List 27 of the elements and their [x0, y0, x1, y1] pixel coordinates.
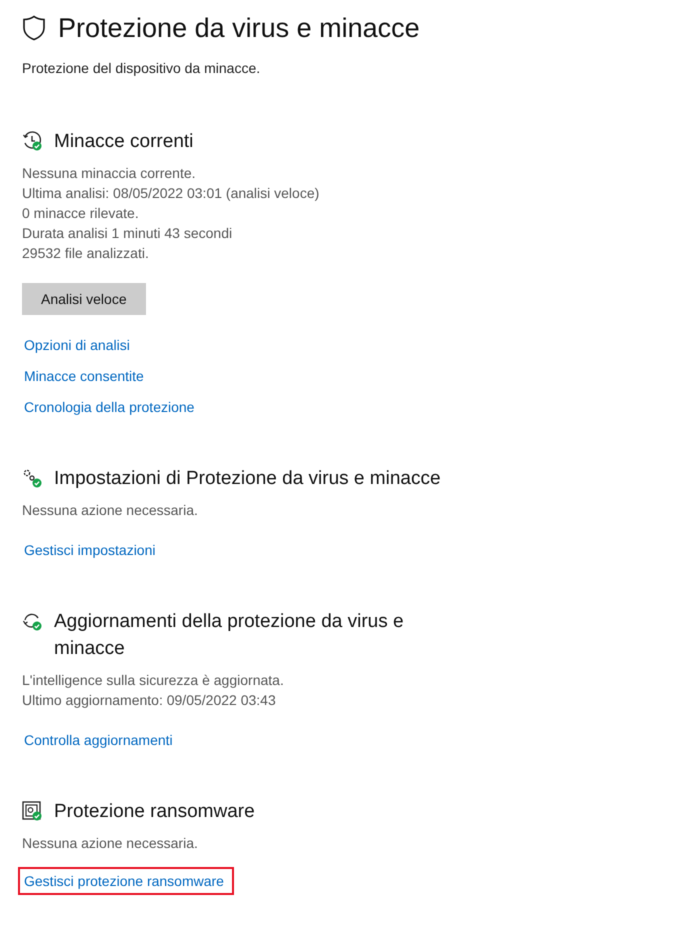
status-text: 0 minacce rilevate.: [22, 204, 140, 223]
settings-link[interactable]: Minacce consentite: [18, 364, 150, 388]
status-text: Nessuna azione necessaria.: [22, 501, 199, 520]
status-text: Nessuna minaccia corrente.: [22, 164, 197, 183]
status-text: 29532 file analizzati.: [22, 244, 150, 263]
section-heading: Impostazioni di Protezione da virus e minacce: [54, 467, 441, 491]
status-text: Ultimo aggiornamento: 09/05/2022 03:43: [22, 691, 277, 710]
page-title: Protezione da virus e minacce: [58, 12, 420, 44]
clock-icon: [22, 131, 42, 151]
section-heading: Protezione ransomware: [54, 800, 255, 824]
status-text: L'intelligence sulla sicurezza è aggiornata.: [22, 671, 285, 690]
quick-scan-button[interactable]: Analisi veloce: [22, 283, 146, 315]
status-text: Ultima analisi: 08/05/2022 03:01 (analisi veloce): [22, 184, 320, 203]
settings-link[interactable]: Cronologia della protezione: [18, 395, 200, 419]
section-heading: Minacce correnti: [54, 130, 194, 154]
settings-link[interactable]: Controlla aggiornamenti: [18, 728, 179, 752]
shield-icon: [22, 15, 46, 41]
settings-link[interactable]: Gestisci protezione ransomware: [18, 867, 234, 895]
settings-link[interactable]: Gestisci impostazioni: [18, 538, 162, 562]
settings-link[interactable]: Opzioni di analisi: [18, 333, 136, 357]
section-heading: Aggiornamenti della protezione da virus e minacce: [54, 610, 405, 661]
page-subtitle: Protezione del dispositivo da minacce.: [22, 60, 262, 76]
gears-icon: [22, 468, 42, 488]
safe-icon: [22, 801, 42, 821]
status-text: Nessuna azione necessaria.: [22, 834, 199, 853]
status-text: Durata analisi 1 minuti 43 secondi: [22, 224, 234, 243]
sync-icon: [22, 611, 42, 631]
